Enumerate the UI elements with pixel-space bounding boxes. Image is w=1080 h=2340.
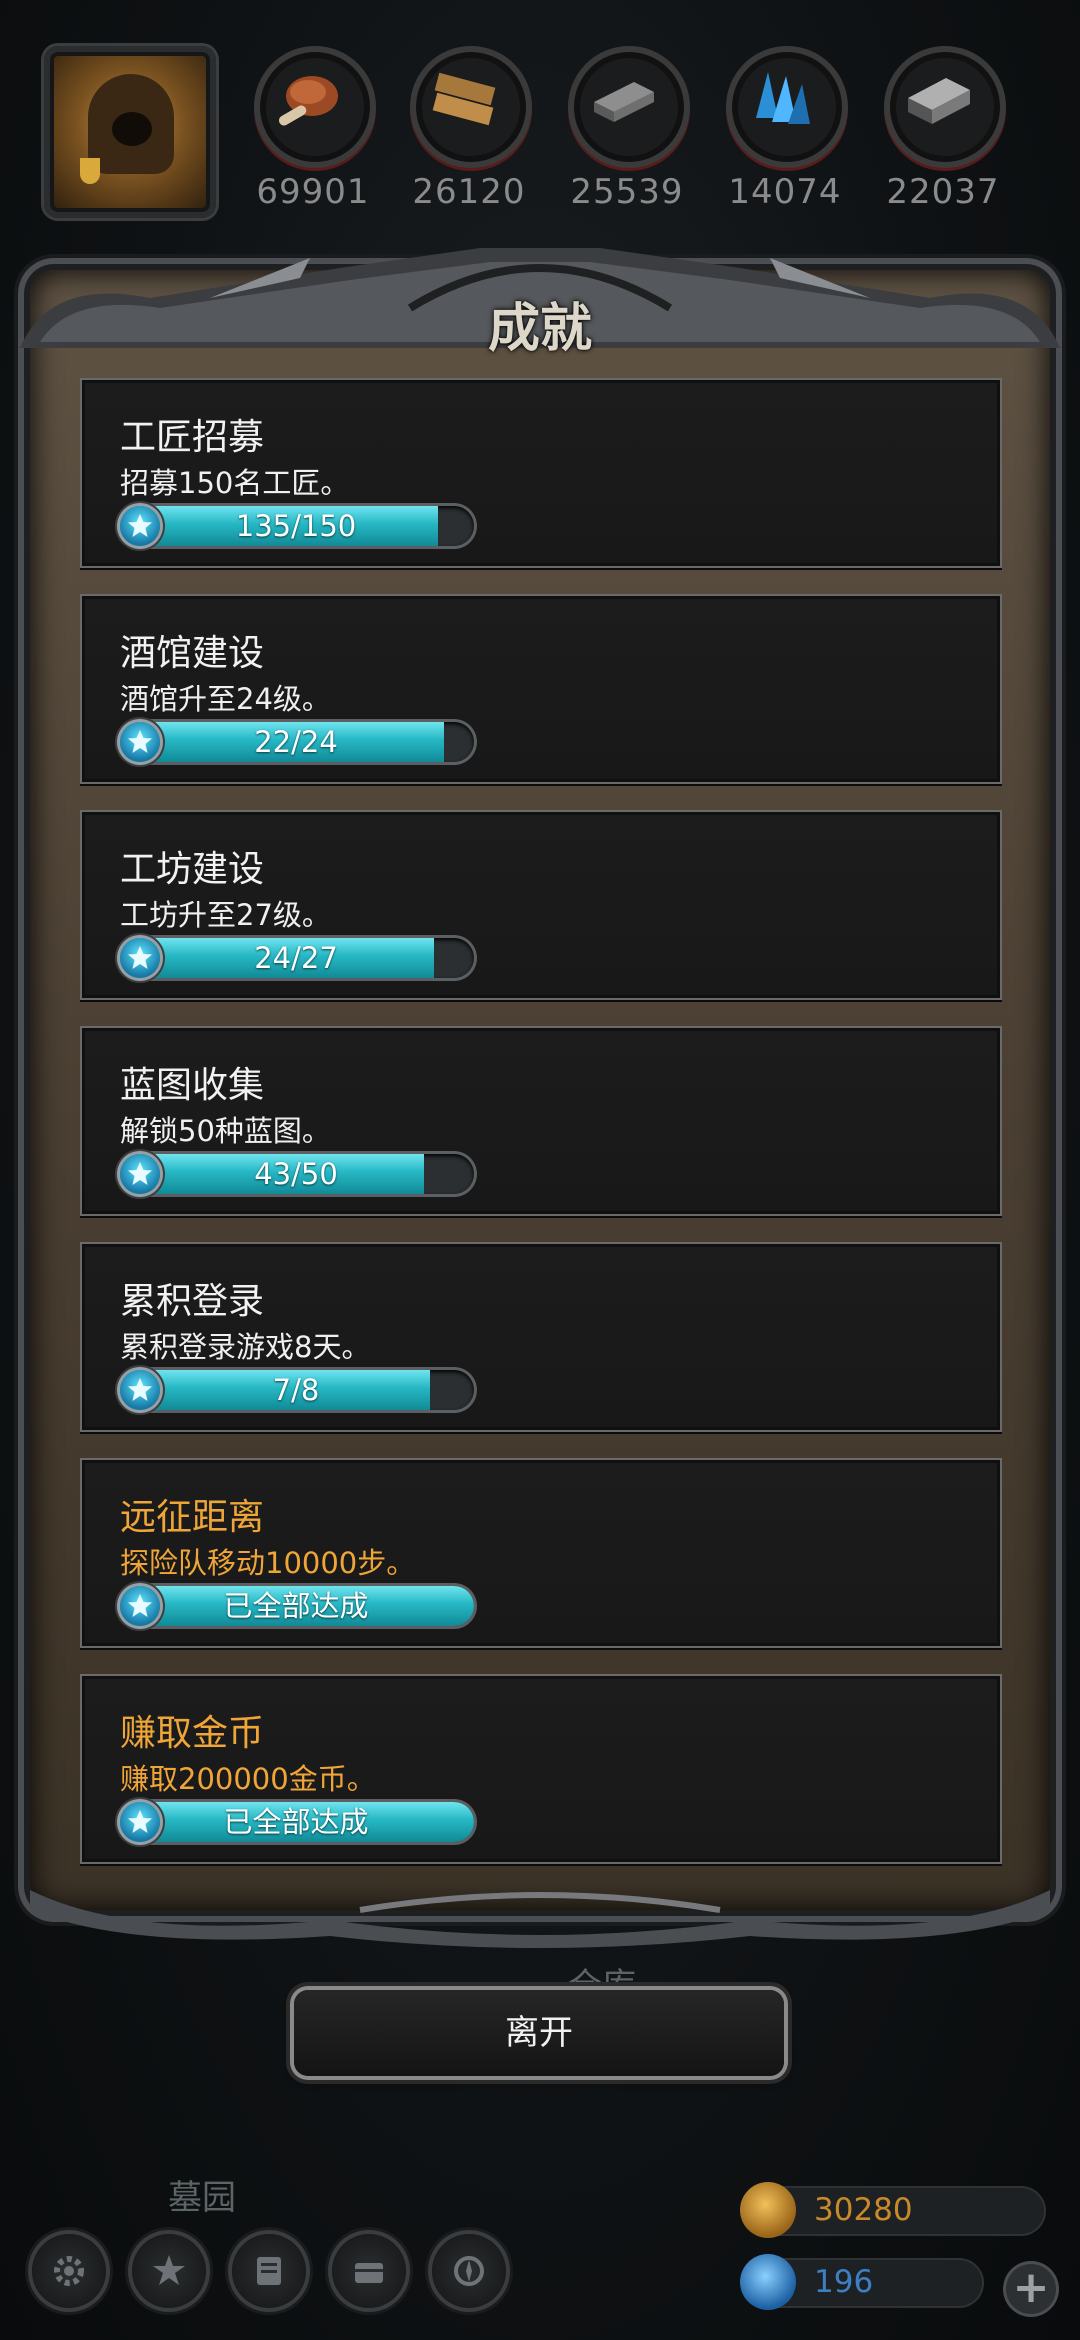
resource-metal[interactable]: 22037 bbox=[884, 46, 1006, 212]
resource-value: 26120 bbox=[412, 172, 526, 212]
gem-amount: 196 bbox=[814, 2264, 874, 2300]
resource-value: 14074 bbox=[728, 172, 842, 212]
achievement-description: 解锁50种蓝图。 bbox=[120, 1114, 331, 1148]
progress-text: 已全部达成 bbox=[223, 1589, 369, 1623]
achievement-name: 工坊建设 bbox=[120, 849, 265, 890]
progress-bar: 24/27 bbox=[118, 938, 474, 978]
resource-value: 69901 bbox=[256, 172, 370, 212]
gold-coin-icon bbox=[740, 2182, 796, 2238]
settings-button[interactable] bbox=[32, 2234, 106, 2308]
trophy-icon bbox=[80, 158, 100, 184]
inventory-button[interactable] bbox=[332, 2234, 406, 2308]
player-avatar[interactable] bbox=[44, 46, 216, 218]
progress-text: 135/150 bbox=[235, 509, 357, 543]
panel-bottom-ornament bbox=[30, 1890, 1050, 1948]
achievement-description: 赚取200000金币。 bbox=[120, 1762, 376, 1796]
resource-crystal[interactable]: 14074 bbox=[726, 46, 848, 212]
star-icon bbox=[120, 1802, 160, 1842]
metal-bar-icon bbox=[908, 78, 970, 124]
resource-iron[interactable]: 25539 bbox=[568, 46, 690, 212]
achievement-card: 赚取金币 赚取200000金币。 已全部达成 bbox=[80, 1674, 1002, 1864]
iron-ingot-icon bbox=[594, 82, 654, 122]
resource-value: 25539 bbox=[570, 172, 684, 212]
achievement-name: 工匠招募 bbox=[120, 417, 265, 458]
achievement-card: 酒馆建设 酒馆升至24级。 22/24 bbox=[80, 594, 1002, 784]
progress-bar: 22/24 bbox=[118, 722, 474, 762]
achievement-description: 工坊升至27级。 bbox=[120, 898, 331, 932]
progress-text: 已全部达成 bbox=[223, 1805, 369, 1839]
map-button[interactable] bbox=[432, 2234, 506, 2308]
resource-value: 22037 bbox=[886, 172, 1000, 212]
achievement-card: 工匠招募 招募150名工匠。 135/150 bbox=[80, 378, 1002, 568]
progress-text: 22/24 bbox=[254, 725, 338, 759]
achievement-name: 累积登录 bbox=[120, 1281, 265, 1322]
gem-counter: 196 bbox=[740, 2254, 984, 2310]
achievement-card: 远征距离 探险队移动10000步。 已全部达成 bbox=[80, 1458, 1002, 1648]
wood-plank-icon bbox=[432, 72, 496, 126]
achievement-name: 酒馆建设 bbox=[120, 633, 265, 674]
resource-meat[interactable]: 69901 bbox=[254, 46, 376, 212]
achievement-name: 赚取金币 bbox=[120, 1713, 265, 1754]
gem-icon bbox=[740, 2254, 796, 2310]
cemetery-label[interactable]: 墓园 bbox=[168, 2170, 236, 2219]
star-icon bbox=[120, 1370, 160, 1410]
gold-amount: 30280 bbox=[814, 2192, 913, 2228]
progress-bar: 135/150 bbox=[118, 506, 474, 546]
progress-text: 43/50 bbox=[254, 1157, 338, 1191]
crystal-icon bbox=[756, 72, 810, 124]
star-icon bbox=[120, 938, 160, 978]
compass-icon bbox=[454, 2256, 484, 2286]
star-badge-icon bbox=[153, 2255, 185, 2285]
progress-bar: 43/50 bbox=[118, 1154, 474, 1194]
achievement-description: 探险队移动10000步。 bbox=[120, 1546, 416, 1580]
scroll-icon bbox=[257, 2257, 281, 2285]
avatar-face bbox=[112, 112, 152, 146]
meat-icon bbox=[278, 76, 338, 126]
star-icon bbox=[120, 722, 160, 762]
gear-icon bbox=[54, 2256, 84, 2286]
achievement-description: 招募150名工匠。 bbox=[120, 466, 350, 500]
mail-button[interactable] bbox=[232, 2234, 306, 2308]
progress-bar: 已全部达成 bbox=[118, 1586, 474, 1626]
resource-wood[interactable]: 26120 bbox=[410, 46, 532, 212]
achievement-description: 累积登录游戏8天。 bbox=[120, 1330, 371, 1364]
achievement-name: 远征距离 bbox=[120, 1497, 265, 1538]
progress-bar: 已全部达成 bbox=[118, 1802, 474, 1842]
achievement-card: 工坊建设 工坊升至27级。 24/27 bbox=[80, 810, 1002, 1000]
plus-icon[interactable]: + bbox=[1006, 2264, 1056, 2314]
progress-bar: 7/8 bbox=[118, 1370, 474, 1410]
panel-title: 成就 bbox=[487, 298, 592, 359]
achievement-name: 蓝图收集 bbox=[120, 1065, 265, 1106]
gold-counter: 30280 bbox=[740, 2182, 1046, 2238]
achievement-button[interactable] bbox=[132, 2234, 206, 2308]
chest-icon bbox=[355, 2263, 383, 2283]
achievement-card: 累积登录 累积登录游戏8天。 7/8 bbox=[80, 1242, 1002, 1432]
star-icon bbox=[120, 1154, 160, 1194]
progress-text: 7/8 bbox=[272, 1373, 320, 1407]
star-icon bbox=[120, 1586, 160, 1626]
leave-button[interactable]: 离开 bbox=[294, 1990, 784, 2076]
achievement-card: 蓝图收集 解锁50种蓝图。 43/50 bbox=[80, 1026, 1002, 1216]
achievement-description: 酒馆升至24级。 bbox=[120, 682, 331, 716]
star-icon bbox=[120, 506, 160, 546]
progress-text: 24/27 bbox=[254, 941, 338, 975]
